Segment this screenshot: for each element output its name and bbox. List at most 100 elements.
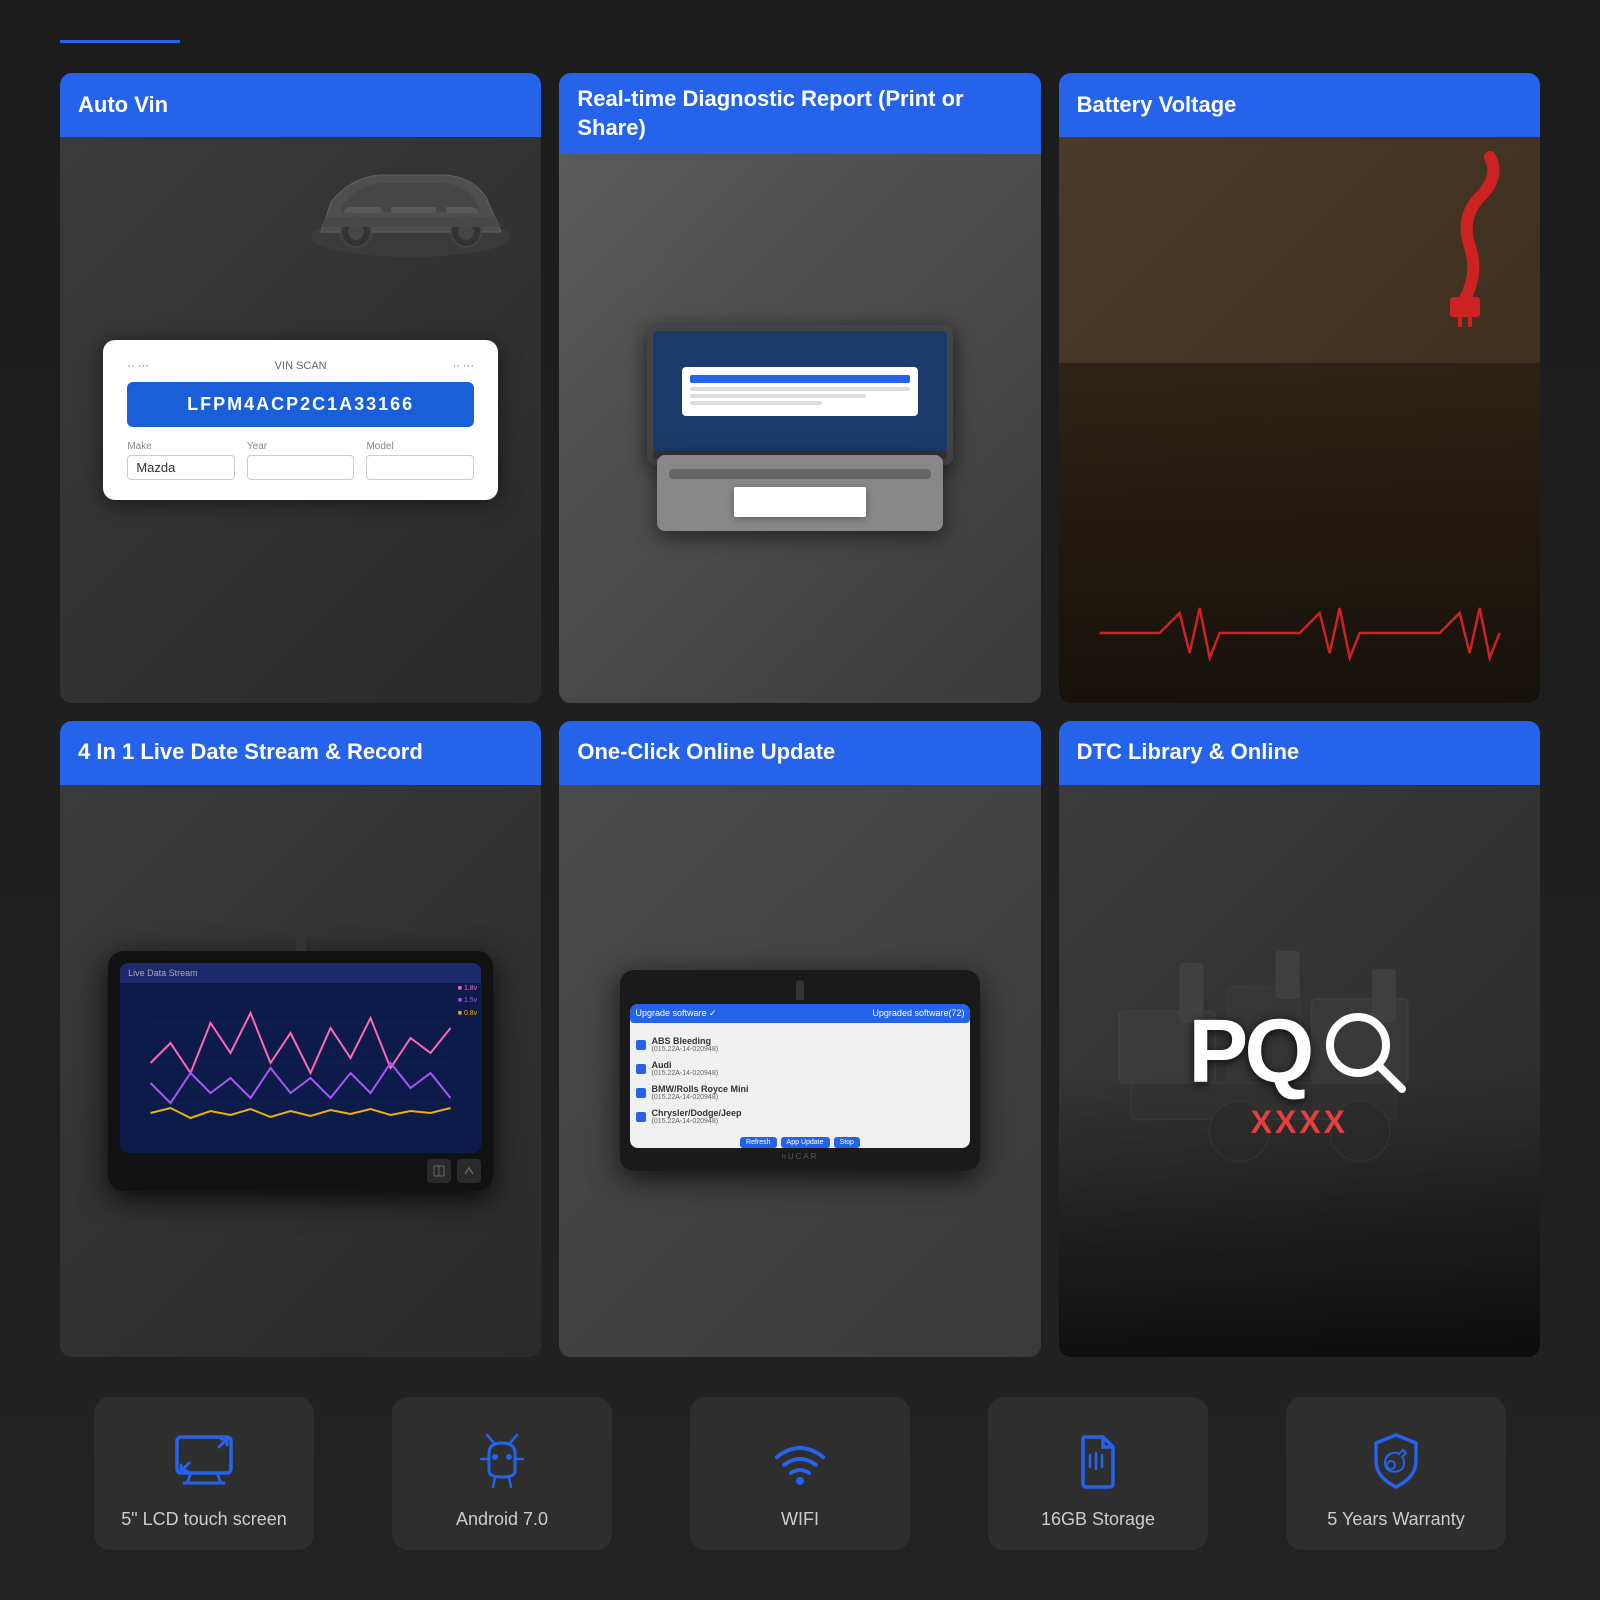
- update-item-1: ABS Bleeding (015.22A-14-020948): [636, 1033, 965, 1057]
- live-chart-svg: [120, 983, 481, 1143]
- vin-model-field: Model: [366, 441, 474, 480]
- vin-year-field: Year: [247, 441, 355, 480]
- printer-paper: [734, 487, 865, 517]
- update-item-1-text: ABS Bleeding (015.22A-14-020948): [652, 1036, 719, 1053]
- spec-card-warranty: 5 Years Warranty: [1286, 1397, 1506, 1550]
- vin-fields: Make Mazda Year Model: [127, 441, 474, 480]
- update-name-4: Chrysler/Dodge/Jeep: [652, 1108, 742, 1118]
- update-version-1: (015.22A-14-020948): [652, 1046, 719, 1053]
- spec-label-storage: 16GB Storage: [1041, 1509, 1155, 1530]
- screen-icon: [169, 1425, 239, 1495]
- vin-mockup: ·· ··· VIN SCAN ·· ··· LFPM4ACP2C1A33166…: [103, 340, 498, 500]
- spec-label-warranty: 5 Years Warranty: [1327, 1509, 1464, 1530]
- update-scene: Upgrade software ✓ Upgraded software(72)…: [620, 970, 981, 1171]
- feature-label-battery: Battery Voltage: [1059, 73, 1540, 137]
- vin-year-value: [247, 455, 355, 480]
- report-header-bar: [690, 375, 910, 383]
- feature-label-dtc: DTC Library & Online: [1059, 721, 1540, 785]
- device-btn-icon-2: [463, 1165, 475, 1177]
- update-cable: [796, 980, 804, 1000]
- legend-yellow: ■ 0.8v: [458, 1008, 477, 1021]
- legend-purple: ■ 1.5v: [458, 995, 477, 1008]
- feature-card-battery: Battery Voltage: [1059, 73, 1540, 703]
- laptop-mockup: [647, 325, 954, 465]
- cable-connector: [296, 921, 306, 951]
- spec-card-storage: 16GB Storage: [988, 1397, 1208, 1550]
- vin-make-value: Mazda: [127, 455, 235, 480]
- printer-body: [657, 455, 943, 531]
- chart-header: Live Data Stream: [120, 963, 481, 983]
- feature-image-dtc: PQ XXXX: [1059, 785, 1540, 1357]
- device-btn-1: [427, 1159, 451, 1183]
- update-title-text: Upgrade software ✓: [636, 1008, 717, 1019]
- update-item-2-text: Audi (015.22A-14-020948): [652, 1060, 719, 1077]
- feature-image-update: Upgrade software ✓ Upgraded software(72)…: [559, 785, 1040, 1357]
- android-icon: [467, 1425, 537, 1495]
- spec-card-android: Android 7.0: [392, 1397, 612, 1550]
- spec-label-lcd: 5" LCD touch screen: [121, 1509, 286, 1530]
- features-grid: Auto Vin: [60, 73, 1540, 1357]
- warranty-icon: [1361, 1425, 1431, 1495]
- update-item-3-text: BMW/Rolls Royce Mini (015.22A-14-020948): [652, 1084, 749, 1101]
- report-line-1: [690, 387, 910, 391]
- spec-card-wifi: WIFI: [690, 1397, 910, 1550]
- vin-make-label: Make: [127, 441, 235, 452]
- dtc-letters: PQ: [1188, 1001, 1310, 1104]
- update-item-2: Audi (015.22A-14-020948): [636, 1057, 965, 1081]
- report-line-2: [690, 394, 866, 398]
- update-item-3: BMW/Rolls Royce Mini (015.22A-14-020948): [636, 1081, 965, 1105]
- report-line-3: [690, 401, 822, 405]
- device-btn-2: [457, 1159, 481, 1183]
- storage-icon: [1063, 1425, 1133, 1495]
- device-buttons: [120, 1159, 481, 1183]
- feature-card-dtc: DTC Library & Online: [1059, 721, 1540, 1357]
- feature-card-auto-vin: Auto Vin: [60, 73, 541, 703]
- vin-scan-label: VIN SCAN: [275, 360, 327, 372]
- legend-pink: ■ 1.8v: [458, 983, 477, 996]
- update-list: ABS Bleeding (015.22A-14-020948) Audi (0…: [630, 1029, 971, 1133]
- device-screen: Live Data Stream: [120, 963, 481, 1153]
- device-btn-icon-1: [433, 1165, 445, 1177]
- app-update-btn[interactable]: App Update: [781, 1137, 830, 1148]
- jumper-cable-icon: [1400, 147, 1520, 327]
- vin-model-value: [366, 455, 474, 480]
- check-3: [636, 1088, 646, 1098]
- page-container: Auto Vin: [0, 0, 1600, 1600]
- update-version-4: (015.22A-14-020948): [652, 1118, 742, 1125]
- feature-card-update: One-Click Online Update Upgrade software…: [559, 721, 1040, 1357]
- stop-btn[interactable]: Stop: [834, 1137, 860, 1148]
- dtc-code: XXXX: [1251, 1104, 1348, 1141]
- feature-label-update: One-Click Online Update: [559, 721, 1040, 785]
- feature-label-diagnostic: Real-time Diagnostic Report (Print or Sh…: [559, 73, 1040, 154]
- refresh-btn[interactable]: Refresh: [740, 1137, 777, 1148]
- check-4: [636, 1112, 646, 1122]
- car-silhouette-icon: [301, 157, 521, 267]
- vin-make-field: Make Mazda: [127, 441, 235, 480]
- check-2: [636, 1064, 646, 1074]
- update-screen: Upgrade software ✓ Upgraded software(72)…: [630, 1004, 971, 1148]
- feature-image-livestream: Live Data Stream: [60, 785, 541, 1357]
- heartbeat-svg: [1059, 603, 1540, 663]
- printer-scene: [595, 325, 1004, 531]
- spec-label-android: Android 7.0: [456, 1509, 548, 1530]
- diagnostic-device: Live Data Stream: [108, 951, 493, 1191]
- vin-scan-header: ·· ··· VIN SCAN ·· ···: [127, 360, 474, 372]
- feature-card-diagnostic: Real-time Diagnostic Report (Print or Sh…: [559, 73, 1040, 703]
- feature-image-diagnostic: [559, 154, 1040, 702]
- accent-line: [60, 40, 180, 43]
- chart-title: Live Data Stream: [128, 968, 198, 978]
- update-version-2: (015.22A-14-020948): [652, 1070, 719, 1077]
- vin-number-display: LFPM4ACP2C1A33166: [127, 382, 474, 427]
- vin-model-label: Model: [366, 441, 474, 452]
- report-preview: [682, 367, 918, 416]
- vin-year-label: Year: [247, 441, 355, 452]
- spec-card-lcd: 5" LCD touch screen: [94, 1397, 314, 1550]
- check-1: [636, 1040, 646, 1050]
- diagnostic-label-text: Real-time Diagnostic Report (Print or Sh…: [577, 85, 1022, 142]
- update-btn-row: Refresh App Update Stop: [630, 1137, 971, 1148]
- feature-image-battery: [1059, 137, 1540, 703]
- search-icon: [1320, 1007, 1410, 1097]
- update-name-3: BMW/Rolls Royce Mini: [652, 1084, 749, 1094]
- device-brand: nUCAR: [630, 1152, 971, 1161]
- bottom-specs-bar: 5" LCD touch screen Android 7.0: [60, 1377, 1540, 1560]
